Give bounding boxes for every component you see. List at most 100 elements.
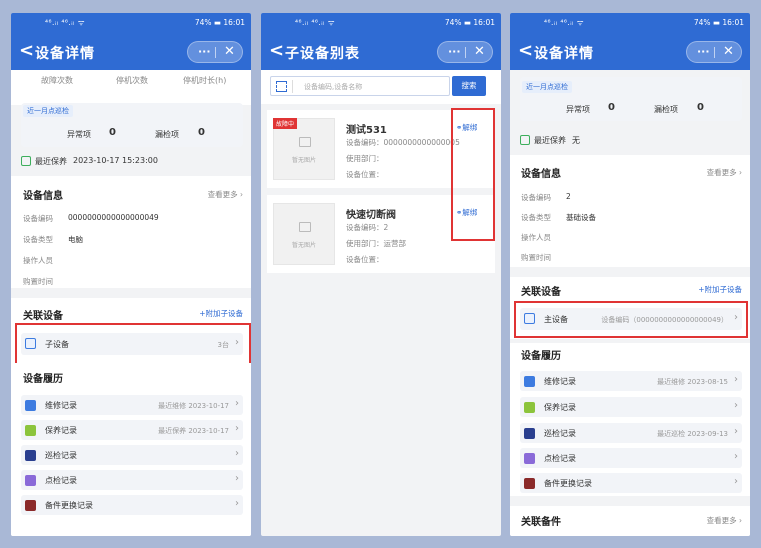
highlight-box [15,323,251,368]
history-label: 点检记录 [544,454,576,463]
back-icon[interactable]: < [19,42,34,60]
field-label: 使用部门： [346,239,384,248]
close-icon[interactable]: ✕ [723,44,734,59]
chevron-right-icon: › [734,451,738,462]
close-icon[interactable]: ✕ [474,44,485,59]
more-icon[interactable]: ··· [198,45,211,59]
close-icon[interactable]: ✕ [224,44,235,59]
history-label: 巡检记录 [544,429,576,438]
history-row-spare-parts[interactable]: 备件更换记录 › [21,495,243,515]
history-row-spot-check[interactable]: 点检记录 › [21,470,243,490]
repair-icon [25,400,36,411]
header-bar: ⁴⁶.ᵢₗ ⁴⁶.ᵢₗ ᯤ 74% ▬ 16:01 < 设备详情 ··· ✕ [510,13,750,70]
header-bar: ⁴⁶.ᵢₗ ⁴⁶.ᵢₗ ᯤ 74% ▬ 16:01 < 设备详情 ··· ✕ [11,13,251,70]
field-label: 设备编码： [346,223,384,232]
history-latest: 最近巡检 2023-09-13 [657,430,728,438]
more-icon[interactable]: ··· [697,45,710,59]
stats-card: 故障次数 停机次数 停机时长(h) [11,70,251,105]
back-icon[interactable]: < [518,42,533,60]
maintenance-label: 最近保养 [35,157,67,166]
page-title: 设备详情 [35,46,95,62]
signal-icon: ⁴⁶.ᵢₗ ⁴⁶.ᵢₗ ᯤ [544,18,585,27]
add-child-button[interactable]: +附加子设备 [698,284,742,295]
history-row-repair[interactable]: 维修记录 最近维修 2023-08-15 › [520,371,742,391]
back-icon[interactable]: < [269,42,284,60]
signal-icon: ⁴⁶.ᵢₗ ⁴⁶.ᵢₗ ᯤ [295,18,336,27]
history-label: 维修记录 [45,401,77,410]
add-child-button[interactable]: +附加子设备 [199,308,243,319]
missed-value: 0 [697,102,704,113]
fault-badge: 故障中 [273,118,298,129]
field-label: 设备类型 [23,235,53,244]
patrol-icon [25,450,36,461]
history-label: 点检记录 [45,476,77,485]
field-label: 购置时间 [521,253,551,262]
stat-fault-count: 故障次数 [41,76,73,85]
device-info-title: 设备信息 [521,169,561,180]
view-more-link[interactable]: 查看更多 › [707,167,742,178]
patrol-icon [524,428,535,439]
screen-device-detail: ⁴⁶.ᵢₗ ⁴⁶.ᵢₗ ᯤ 74% ▬ 16:01 < 设备详情 ··· ✕ 故… [11,13,251,536]
history-row-patrol[interactable]: 巡检记录 › [21,445,243,465]
field-label: 设备编码 [521,193,551,202]
history-card: 设备履历 维修记录 最近维修 2023-10-17 › 保养记录 最近保养 20… [11,363,251,536]
history-row-spare-parts[interactable]: 备件更换记录 › [520,473,742,493]
maintenance-icon [524,402,535,413]
history-title: 设备履历 [23,374,63,385]
capsule-menu: ··· ✕ [187,41,243,63]
image-icon [299,222,311,232]
chevron-right-icon: › [235,498,239,509]
inspection-tag: 近一月点巡检 [23,105,73,117]
home-icon [21,156,31,166]
abnormal-value: 0 [608,102,615,113]
screen-child-device-list: ⁴⁶.ᵢₗ ⁴⁶.ᵢₗ ᯤ 74% ▬ 16:01 < 子设备别表 ··· ✕ … [261,13,501,536]
search-button[interactable]: 搜索 [452,76,486,96]
inspection-tag: 近一月点巡检 [522,81,572,93]
highlight-box [514,301,748,338]
history-label: 维修记录 [544,377,576,386]
field-value: 0000000000000000049 [68,213,159,222]
history-row-repair[interactable]: 维修记录 最近维修 2023-10-17 › [21,395,243,415]
device-info-card: 设备信息 查看更多 › 设备编码 2 设备类型 基础设备 操作人员 购置时间 [510,155,750,267]
related-title: 关联设备 [23,311,63,322]
device-code: 2 [383,223,389,232]
history-row-maintenance[interactable]: 保养记录 最近保养 2023-10-17 › [21,420,243,440]
history-row-maintenance[interactable]: 保养记录 › [520,397,742,417]
chevron-right-icon: › [240,190,243,199]
device-name: 测试531 [346,125,387,136]
maintenance-value: 2023-10-17 15:23:00 [73,156,158,165]
signal-icon: ⁴⁶.ᵢₗ ⁴⁶.ᵢₗ ᯤ [45,18,86,27]
device-dept: 运营部 [383,239,407,248]
chevron-right-icon: › [734,374,738,385]
field-label: 设备编码： [346,138,384,147]
spare-parts-icon [25,500,36,511]
more-icon[interactable]: ··· [448,45,461,59]
history-label: 备件更换记录 [45,501,93,510]
status-bar: ⁴⁶.ᵢₗ ⁴⁶.ᵢₗ ᯤ 74% ▬ 16:01 [544,18,744,27]
spare-parts-icon [524,478,535,489]
maintenance-value: 无 [572,136,580,145]
device-name: 快速切断阀 [346,210,396,221]
abnormal-value: 0 [109,127,116,138]
abnormal-label: 异常项 [566,105,590,114]
field-label: 设备位置： [346,255,384,264]
spares-more-link[interactable]: 查看更多 › [707,515,742,526]
search-bar: 设备编码,设备名称 搜索 [261,70,501,104]
inspection-card: 近一月点巡检 异常项 0 漏检项 0 [520,77,742,121]
chevron-right-icon: › [235,473,239,484]
battery-level: 74% [693,18,711,27]
field-label: 使用部门： [346,154,384,163]
field-label: 设备位置： [346,170,384,179]
status-bar: ⁴⁶.ᵢₗ ⁴⁶.ᵢₗ ᯤ 74% ▬ 16:01 [45,18,245,27]
history-row-spot-check[interactable]: 点检记录 › [520,448,742,468]
history-row-patrol[interactable]: 巡检记录 最近巡检 2023-09-13 › [520,423,742,443]
search-input[interactable]: 设备编码,设备名称 [270,76,450,96]
field-value: 电脑 [68,235,83,244]
search-placeholder: 设备编码,设备名称 [304,83,363,91]
battery-level: 74% [444,18,462,27]
scan-icon[interactable] [276,81,287,92]
view-more-link[interactable]: 查看更多 › [208,189,243,200]
spares-title: 关联备件 [521,517,561,528]
chevron-right-icon: › [734,426,738,437]
chevron-right-icon: › [734,476,738,487]
